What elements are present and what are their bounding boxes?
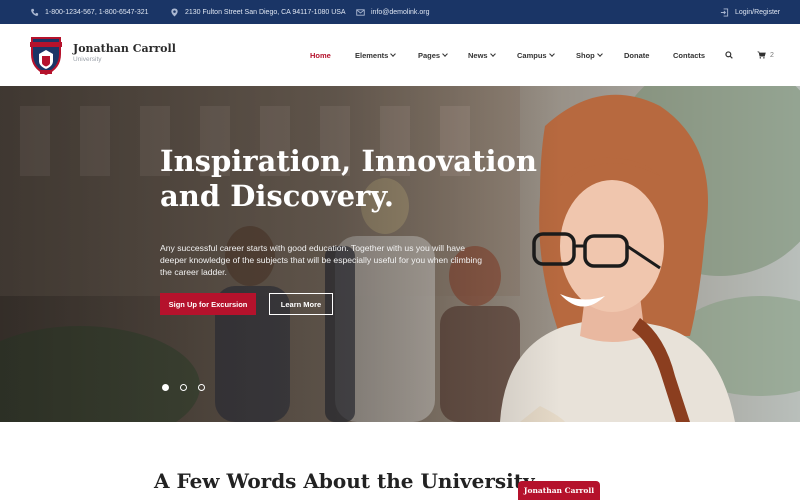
nav-shop[interactable]: Shop bbox=[576, 24, 603, 86]
cart-count: 2 bbox=[770, 51, 774, 59]
slide-dot-1[interactable] bbox=[162, 384, 169, 391]
nav-news[interactable]: News bbox=[468, 24, 496, 86]
chevron-down-icon bbox=[442, 50, 448, 57]
address-info: 2130 Fulton Street San Diego, CA 94117-1… bbox=[170, 0, 346, 24]
chevron-down-icon bbox=[596, 50, 603, 57]
chevron-down-icon bbox=[390, 50, 397, 57]
cart-icon bbox=[757, 51, 766, 59]
phone-icon bbox=[31, 8, 39, 16]
hero-slider: Inspiration, Innovation and Discovery. A… bbox=[0, 86, 800, 422]
brand-subtitle: University bbox=[73, 56, 102, 63]
nav-campus-label: Campus bbox=[517, 50, 547, 60]
hero-title: Inspiration, Innovation and Discovery. bbox=[160, 144, 537, 213]
nav-elements-label: Elements bbox=[355, 50, 389, 60]
map-pin-icon bbox=[171, 7, 178, 17]
nav-elements[interactable]: Elements bbox=[355, 24, 397, 86]
learn-more-button[interactable]: Learn More bbox=[269, 293, 333, 315]
nav-pages[interactable]: Pages bbox=[418, 24, 448, 86]
nav-pages-label: Pages bbox=[418, 50, 441, 60]
nav-donate-label: Donate bbox=[624, 50, 650, 60]
brand-title[interactable]: Jonathan Carroll bbox=[73, 42, 176, 55]
university-crest-logo[interactable] bbox=[28, 34, 64, 76]
nav-home[interactable]: Home bbox=[310, 24, 331, 86]
mail-icon bbox=[356, 8, 365, 16]
search-button[interactable] bbox=[725, 24, 733, 86]
login-register-link[interactable]: Login/Register bbox=[720, 0, 780, 24]
nav-news-label: News bbox=[468, 50, 488, 60]
phone-numbers[interactable]: 1-800-1234-567, 1-800-6547-321 bbox=[45, 9, 149, 16]
chevron-down-icon bbox=[489, 50, 496, 57]
sign-up-excursion-button[interactable]: Sign Up for Excursion bbox=[160, 293, 256, 315]
nav-campus[interactable]: Campus bbox=[517, 24, 555, 86]
site-header: Jonathan Carroll University Home Element… bbox=[0, 24, 800, 86]
university-badge: Jonathan Carroll bbox=[518, 481, 600, 500]
nav-home-label: Home bbox=[310, 50, 331, 60]
top-info-bar: 1-800-1234-567, 1-800-6547-321 2130 Fult… bbox=[0, 0, 800, 24]
slide-dot-2[interactable] bbox=[180, 384, 187, 391]
cart-button[interactable]: 2 bbox=[757, 24, 774, 86]
chevron-down-icon bbox=[548, 50, 555, 57]
email-link[interactable]: info@demolink.org bbox=[371, 9, 429, 16]
login-icon bbox=[720, 7, 729, 17]
search-icon bbox=[725, 51, 733, 59]
about-section-title: A Few Words About the University bbox=[154, 469, 535, 493]
slider-pagination bbox=[162, 384, 205, 391]
email-info: info@demolink.org bbox=[356, 0, 429, 24]
address-text: 2130 Fulton Street San Diego, CA 94117-1… bbox=[185, 8, 346, 16]
nav-contacts[interactable]: Contacts bbox=[673, 24, 705, 86]
nav-shop-label: Shop bbox=[576, 50, 595, 60]
login-register-label[interactable]: Login/Register bbox=[735, 9, 780, 16]
phone-info: 1-800-1234-567, 1-800-6547-321 bbox=[30, 0, 149, 24]
nav-donate[interactable]: Donate bbox=[624, 24, 649, 86]
hero-description: Any successful career starts with good e… bbox=[160, 243, 482, 277]
nav-contacts-label: Contacts bbox=[673, 50, 706, 60]
slide-dot-3[interactable] bbox=[198, 384, 205, 391]
